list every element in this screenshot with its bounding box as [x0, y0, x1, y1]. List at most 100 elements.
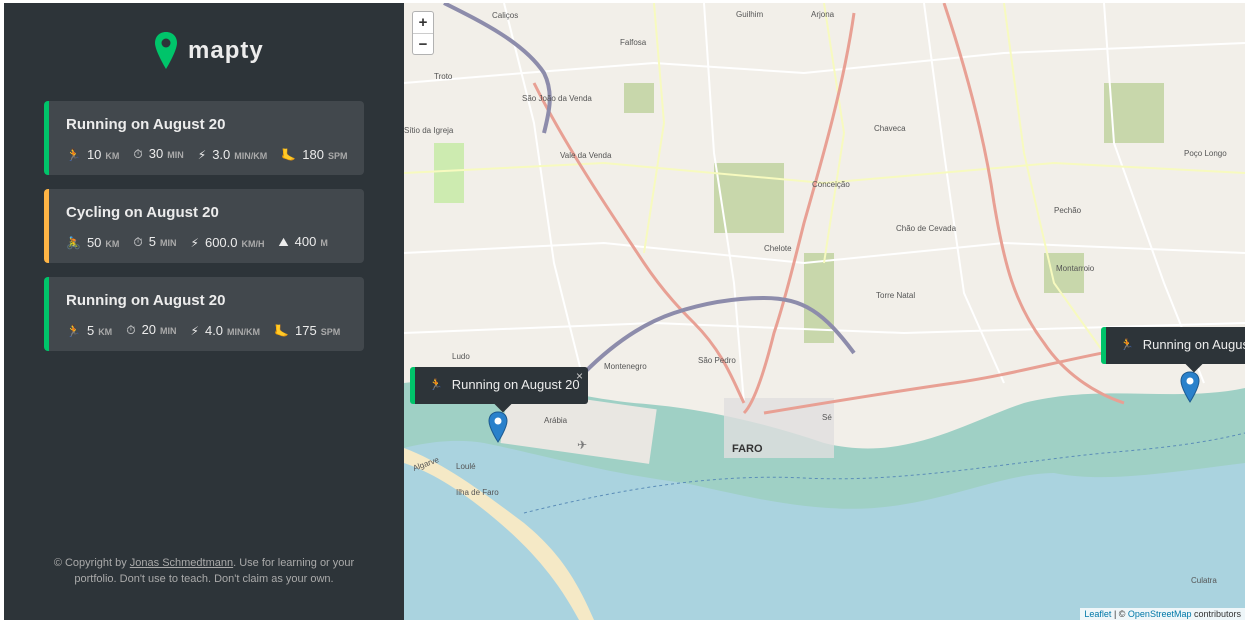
- place-label: Conceição: [812, 180, 850, 189]
- place-label: Guilhim: [736, 10, 763, 19]
- workout-popup[interactable]: 🏃 Running on August 20 ×: [410, 367, 588, 413]
- detail-value: 10: [86, 146, 102, 162]
- detail-value: 20: [141, 322, 157, 337]
- detail-icon: ⏱: [126, 323, 136, 337]
- place-label: Arábia: [544, 416, 568, 425]
- place-label: Poço Longo: [1184, 149, 1227, 158]
- workout-title: Cycling on August 20: [66, 204, 219, 221]
- map-marker-icon[interactable]: [488, 411, 508, 443]
- workout-card-running[interactable]: Running on August 20 🏃 5 km ⏱ 20 min ⚡ 4.0 min/km…: [44, 277, 364, 351]
- city-label-faro: FARO: [732, 443, 763, 455]
- place-label: Culatra: [1191, 576, 1217, 585]
- place-label: Pechão: [1054, 206, 1082, 215]
- map-tiles[interactable]: Caliços Guilhim Arjona Falfosa Troto São…: [404, 3, 1245, 620]
- detail-unit: min: [167, 150, 184, 160]
- workout-popup[interactable]: 🏃 Running on August: [1101, 327, 1245, 373]
- detail-value: 180: [302, 146, 324, 162]
- detail-unit: min: [160, 326, 177, 336]
- place-label: Torre Natal: [876, 291, 915, 300]
- detail-unit: spm: [320, 326, 341, 337]
- detail-icon: ⚡: [190, 235, 199, 250]
- detail-value: 4.0: [204, 322, 224, 338]
- place-label: Chão de Cevada: [896, 224, 957, 233]
- workout-card-running[interactable]: Running on August 20 🏃 10 km ⏱ 30 min ⚡ 3.0 min/k…: [44, 101, 364, 175]
- detail-unit: km: [105, 150, 120, 161]
- detail-unit: km: [105, 238, 120, 249]
- running-icon: 🏃: [429, 379, 443, 391]
- detail-value: 50: [86, 234, 102, 250]
- detail-unit: m: [320, 238, 328, 248]
- osm-link[interactable]: OpenStreetMap: [1128, 609, 1192, 619]
- detail-value: 175: [295, 322, 317, 338]
- workout-detail: 🦶 175 spm: [274, 323, 340, 338]
- place-label: Troto: [434, 72, 453, 81]
- place-label: São Pedro: [698, 356, 736, 365]
- workout-title: Running on August 20: [66, 116, 226, 133]
- place-label: Vale da Venda: [560, 151, 612, 160]
- place-label: Loulé: [456, 462, 476, 471]
- detail-unit: km: [98, 326, 113, 337]
- workout-detail: ⚡ 600.0 km/h: [191, 235, 265, 250]
- detail-unit: km/h: [241, 238, 265, 249]
- close-icon[interactable]: ×: [576, 369, 583, 383]
- detail-value: 3.0: [212, 146, 231, 162]
- workout-detail: ⚡ 4.0 min/km: [191, 323, 261, 338]
- workout-details: 🏃 5 km ⏱ 20 min ⚡ 4.0 min/km 🦶 175 spm: [66, 322, 354, 338]
- workout-detail: ⏱ 5 min: [133, 234, 176, 250]
- workout-detail: 🚴 50 km: [66, 235, 119, 250]
- workout-details: 🏃 10 km ⏱ 30 min ⚡ 3.0 min/km 🦶 180 spm: [66, 146, 361, 162]
- place-label: Chaveca: [874, 124, 906, 133]
- detail-unit: min/km: [227, 326, 261, 337]
- place-label: São João da Venda: [522, 94, 592, 103]
- detail-value: 5: [86, 322, 95, 338]
- map-marker-icon[interactable]: [1180, 371, 1200, 403]
- detail-icon: 🚴: [66, 235, 81, 250]
- sidebar: mapty Running on August 20 🏃 10 km ⏱ 30 min ⚡ 3.…: [4, 3, 404, 620]
- detail-icon: ⏱: [133, 147, 143, 161]
- map-attribution: Leaflet | © OpenStreetMap contributors: [1080, 608, 1245, 620]
- leaflet-link[interactable]: Leaflet: [1084, 609, 1111, 619]
- detail-icon: ⚡: [190, 323, 199, 338]
- place-label: Chelote: [764, 244, 792, 253]
- attribution-contributors: contributors: [1191, 609, 1241, 619]
- workout-detail: ⏱ 20 min: [126, 322, 176, 338]
- detail-icon: ⚡: [197, 147, 207, 162]
- detail-icon: ⛰: [278, 235, 289, 249]
- place-label: Caliços: [492, 11, 518, 20]
- place-label: Ilha de Faro: [456, 488, 499, 497]
- place-label: Ludo: [452, 352, 470, 361]
- place-label: Sé: [822, 413, 832, 422]
- detail-value: 5: [148, 234, 157, 249]
- workout-title: Running on August 20: [66, 292, 226, 309]
- running-icon: 🏃: [1120, 339, 1134, 351]
- map[interactable]: Caliços Guilhim Arjona Falfosa Troto São…: [404, 3, 1245, 620]
- app-name: mapty: [188, 37, 264, 64]
- detail-icon: 🦶: [274, 323, 289, 338]
- workout-detail: 🏃 10 km: [66, 147, 119, 162]
- workout-detail: 🦶 180 spm: [281, 147, 347, 162]
- place-label: Montarroio: [1056, 264, 1095, 273]
- workout-details: 🚴 50 km ⏱ 5 min ⚡ 600.0 km/h ⛰ 400 m: [66, 234, 342, 250]
- detail-unit: spm: [327, 150, 348, 161]
- author-link[interactable]: Jonas Schmedtmann: [130, 557, 233, 569]
- detail-value: 600.0: [204, 234, 238, 250]
- detail-unit: min: [160, 238, 177, 248]
- place-label: Sítio da Igreja: [404, 126, 454, 135]
- detail-unit: min/km: [234, 150, 268, 161]
- zoom-out-button[interactable]: −: [413, 33, 433, 54]
- popup-label: Running on August: [1142, 337, 1245, 352]
- detail-icon: ⏱: [133, 235, 143, 249]
- detail-value: 30: [148, 146, 164, 161]
- popup-label: Running on August 20: [451, 377, 580, 392]
- zoom-in-button[interactable]: +: [413, 12, 433, 33]
- detail-icon: 🏃: [66, 147, 81, 162]
- airport-icon: ✈: [577, 438, 587, 452]
- logo: mapty: [154, 31, 264, 71]
- workout-detail: ⚡ 3.0 min/km: [198, 147, 268, 162]
- workout-detail: ⏱ 30 min: [133, 146, 183, 162]
- place-label: Montenegro: [604, 362, 647, 371]
- workout-card-cycling[interactable]: Cycling on August 20 🚴 50 km ⏱ 5 min ⚡ 600.0 km/h…: [44, 189, 364, 263]
- detail-icon: 🦶: [281, 147, 297, 162]
- zoom-control: + −: [412, 11, 434, 55]
- attribution-separator: | ©: [1111, 609, 1128, 619]
